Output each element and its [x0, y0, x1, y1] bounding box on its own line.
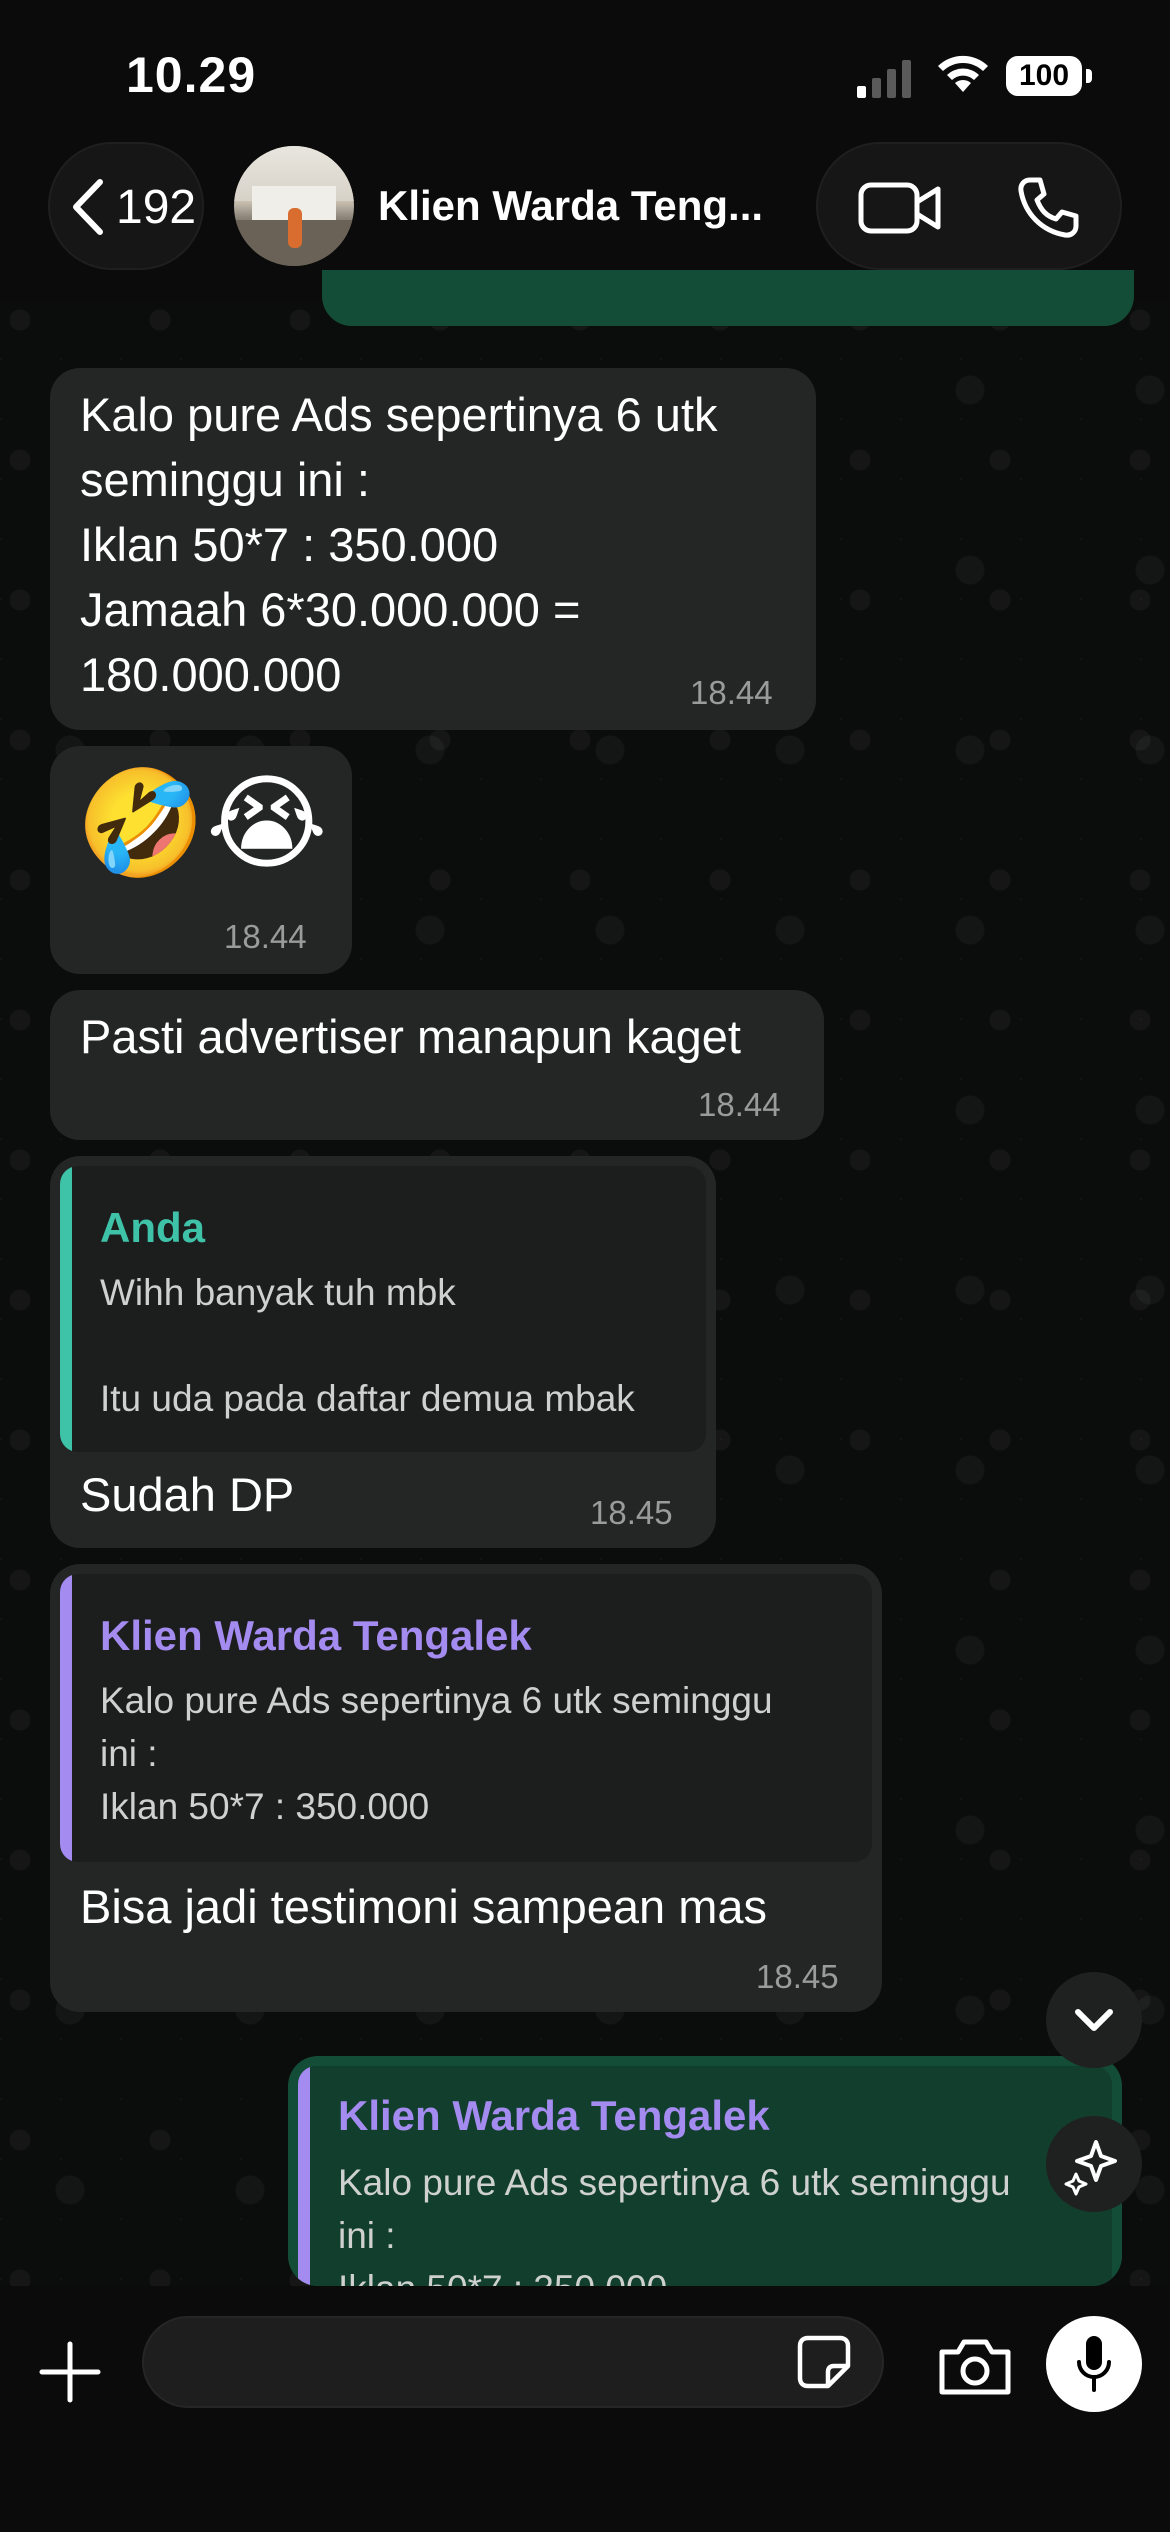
status-bar: 10.29 100 — [0, 0, 1170, 140]
chevron-down-icon — [1075, 2009, 1113, 2031]
video-call-icon[interactable] — [858, 180, 942, 236]
message-bubble-incoming[interactable]: Anda Wihh banyak tuh mbk Itu uda pada da… — [50, 1156, 716, 1548]
message-time: 18.44 — [224, 918, 307, 955]
battery-tip — [1086, 69, 1092, 83]
quoted-message[interactable]: Klien Warda Tengalek Kalo pure Ads seper… — [298, 2066, 1112, 2286]
quote-author: Anda — [100, 1204, 205, 1251]
message-bubble-incoming[interactable]: 🤣 😭 18.44 — [50, 746, 352, 974]
cellular-signal-icon — [857, 60, 911, 98]
message-time: 18.45 — [590, 1494, 673, 1531]
previous-message-bubble — [322, 270, 1134, 326]
message-text: Kalo pure Ads sepertinya 6 utk seminggu … — [80, 388, 718, 701]
phone-icon[interactable] — [1016, 176, 1080, 240]
message-text: Bisa jadi testimoni sampean mas — [80, 1880, 768, 1933]
contact-name[interactable]: Klien Warda Teng... — [378, 182, 763, 230]
call-actions — [816, 142, 1122, 270]
microphone-icon — [1077, 2336, 1111, 2392]
battery-indicator: 100 — [1006, 56, 1092, 98]
quote-bar — [60, 1166, 72, 1452]
quote-bar — [298, 2066, 310, 2286]
message-text: Sudah DP — [80, 1468, 295, 1521]
sparkle-icon — [1064, 2140, 1117, 2196]
quote-bar — [60, 1574, 72, 1862]
voice-message-button[interactable] — [1046, 2316, 1142, 2412]
sticker-icon[interactable] — [794, 2332, 854, 2392]
message-time: 18.44 — [698, 1086, 781, 1123]
message-bubble-outgoing[interactable]: Klien Warda Tengalek Kalo pure Ads seper… — [288, 2056, 1122, 2286]
message-text: Pasti advertiser manapun kaget — [80, 1010, 741, 1063]
quote-author: Klien Warda Tengalek — [338, 2092, 770, 2139]
emoji: 🤣 — [76, 762, 206, 884]
avatar-person — [288, 208, 302, 248]
message-bubble-incoming[interactable]: Klien Warda Tengalek Kalo pure Ads seper… — [50, 1564, 882, 2012]
message-input[interactable] — [142, 2316, 884, 2408]
back-button[interactable]: 192 — [48, 142, 204, 270]
camera-icon[interactable] — [936, 2336, 1014, 2398]
scroll-down-button[interactable] — [1046, 1972, 1142, 2068]
quote-text: Wihh banyak tuh mbk Itu uda pada daftar … — [100, 1272, 635, 1419]
emoji: 😭 — [206, 762, 328, 884]
status-time: 10.29 — [126, 47, 257, 103]
message-time: 18.45 — [756, 1958, 839, 1995]
message-time: 18.44 — [690, 674, 773, 711]
unread-count: 192 — [116, 181, 197, 234]
quote-author: Klien Warda Tengalek — [100, 1612, 532, 1659]
wifi-icon — [938, 55, 988, 92]
plus-icon[interactable] — [38, 2340, 102, 2404]
message-bubble-incoming[interactable]: Kalo pure Ads sepertinya 6 utk seminggu … — [50, 368, 816, 730]
quoted-message[interactable]: Klien Warda Tengalek Kalo pure Ads seper… — [60, 1574, 872, 1862]
chevron-left-icon — [73, 179, 103, 235]
quoted-message[interactable]: Anda Wihh banyak tuh mbk Itu uda pada da… — [60, 1166, 706, 1452]
avatar[interactable] — [234, 146, 354, 266]
composer-bar — [0, 2286, 1170, 2532]
battery-level: 100 — [1006, 56, 1082, 96]
ai-assist-button[interactable] — [1046, 2116, 1142, 2212]
quote-text: Kalo pure Ads sepertinya 6 utk seminggu … — [100, 1680, 773, 1827]
quote-text: Kalo pure Ads sepertinya 6 utk seminggu … — [338, 2162, 1011, 2286]
message-bubble-incoming[interactable]: Pasti advertiser manapun kaget 18.44 — [50, 990, 824, 1140]
